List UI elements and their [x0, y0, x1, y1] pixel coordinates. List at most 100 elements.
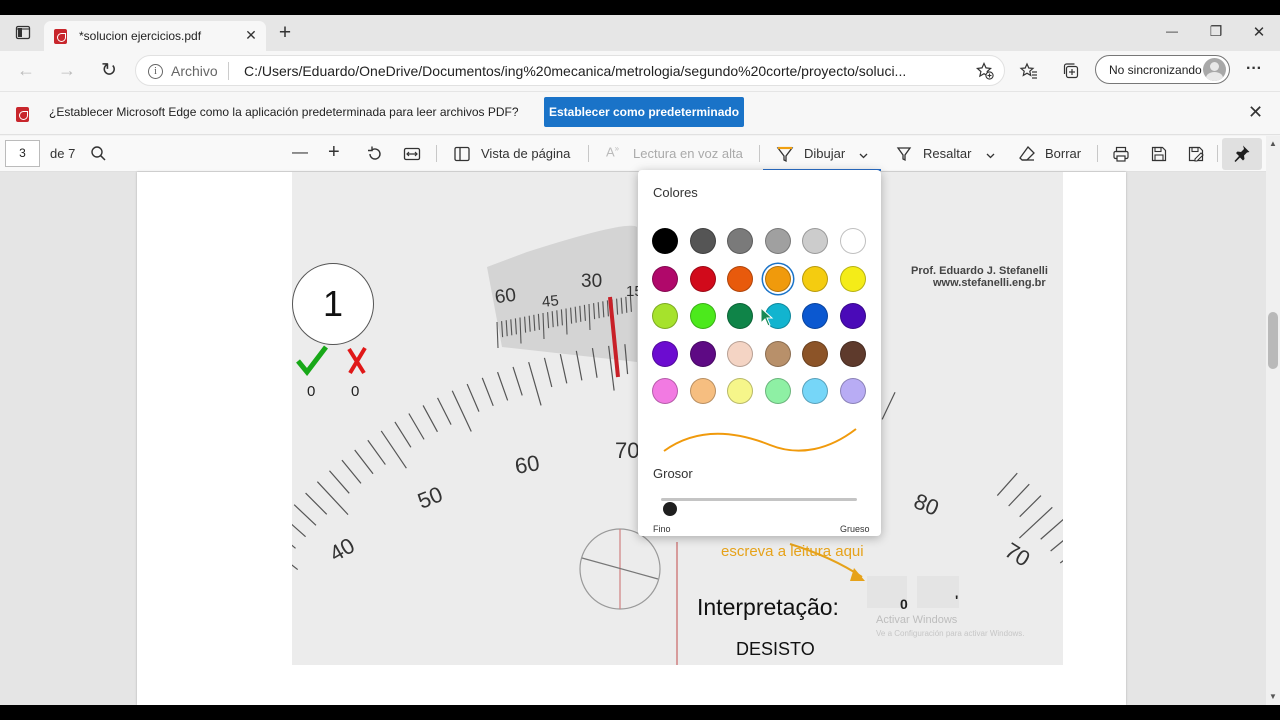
eraser-icon	[1018, 145, 1036, 168]
set-default-button[interactable]: Establecer como predeterminado	[544, 97, 744, 127]
new-tab-button[interactable]: +	[275, 21, 295, 45]
scroll-up-icon[interactable]: ▲	[1269, 139, 1277, 148]
draw-button[interactable]: Dibujar	[804, 146, 845, 161]
thickness-slider-handle[interactable]	[663, 502, 677, 516]
rotate-icon[interactable]	[366, 145, 384, 168]
color-swatch[interactable]	[802, 265, 829, 292]
zoom-in-button[interactable]: +	[328, 141, 340, 164]
highlight-options-chevron-icon[interactable]	[985, 148, 996, 166]
add-favorite-icon[interactable]	[975, 61, 995, 86]
dial-tick	[305, 492, 328, 515]
save-icon[interactable]	[1150, 145, 1168, 168]
profile-button[interactable]: No sincronizando	[1095, 55, 1230, 84]
fit-to-width-icon[interactable]	[403, 145, 421, 168]
color-swatch[interactable]	[727, 265, 754, 292]
toolbar-divider	[588, 145, 589, 162]
pdf-toolbar: 3 de 7 — + Vista de página A» Lectura en…	[0, 136, 1280, 172]
color-swatch[interactable]	[840, 265, 866, 292]
color-swatch[interactable]	[689, 265, 716, 292]
erase-button[interactable]: Borrar	[1045, 146, 1081, 161]
color-swatch[interactable]	[727, 378, 754, 404]
infobar-close-button[interactable]: ✕	[1248, 102, 1263, 123]
color-swatch[interactable]	[764, 378, 791, 404]
read-aloud-button[interactable]: Lectura en voz alta	[633, 146, 743, 161]
vertical-scrollbar[interactable]: ▲ ▼	[1266, 136, 1280, 705]
tab-active[interactable]: *solucion ejercicios.pdf ✕	[44, 21, 266, 51]
color-swatch[interactable]	[689, 340, 716, 367]
author-name: Prof. Eduardo J. Stefanelli	[911, 265, 1048, 277]
color-swatch[interactable]	[652, 265, 678, 292]
dial-tick	[354, 449, 374, 475]
color-swatch[interactable]	[840, 340, 866, 367]
vernier-label: 30	[581, 271, 603, 292]
draw-options-flyout: Colores Grosor Fino Grueso	[638, 170, 881, 536]
scroll-down-icon[interactable]: ▼	[1269, 692, 1277, 701]
url-text[interactable]: C:/Users/Eduardo/OneDrive/Documentos/ing…	[244, 63, 906, 79]
back-button[interactable]: ←	[16, 60, 36, 81]
color-swatch[interactable]	[689, 378, 716, 404]
dial-tick	[437, 397, 452, 425]
sync-status: No sincronizando	[1109, 63, 1202, 77]
scrollbar-thumb[interactable]	[1268, 312, 1278, 369]
stroke-preview	[660, 425, 860, 466]
thick-label: Grueso	[840, 524, 870, 534]
close-window-button[interactable]: ✕	[1247, 23, 1271, 41]
color-swatch[interactable]	[840, 303, 866, 329]
page-total: de 7	[50, 146, 76, 161]
read-aloud-icon: A»	[606, 144, 620, 160]
toolbar-divider	[759, 145, 760, 162]
tab-actions-icon[interactable]	[14, 23, 32, 41]
page-number-input[interactable]: 3	[5, 140, 40, 167]
address-divider	[228, 62, 229, 80]
color-swatch[interactable]	[764, 228, 791, 254]
color-swatch[interactable]	[652, 228, 678, 254]
dial-tick	[1040, 519, 1063, 540]
color-swatch[interactable]	[727, 340, 754, 367]
activation-watermark-title: Activar Windows	[876, 614, 958, 626]
color-swatch[interactable]	[652, 340, 678, 367]
thickness-slider-track[interactable]	[661, 498, 857, 501]
dial-tick	[451, 390, 472, 432]
zoom-out-button[interactable]: —	[292, 144, 308, 162]
question-number: 1	[322, 283, 344, 324]
draw-options-chevron-icon[interactable]	[858, 148, 869, 166]
dial-tick	[466, 383, 480, 412]
dial-tick	[329, 470, 350, 494]
color-swatch[interactable]	[802, 228, 829, 254]
highlight-button[interactable]: Resaltar	[923, 146, 971, 161]
page-view-button[interactable]: Vista de página	[481, 146, 570, 161]
dial-outer-label: 60	[512, 450, 542, 479]
print-icon[interactable]	[1112, 145, 1130, 168]
search-icon[interactable]	[90, 145, 107, 167]
color-swatch[interactable]	[802, 378, 829, 404]
color-swatch[interactable]	[727, 303, 754, 329]
tab-close-button[interactable]: ✕	[242, 27, 260, 44]
restore-button[interactable]: ❐	[1204, 23, 1228, 40]
color-swatch[interactable]	[840, 378, 866, 404]
color-swatch[interactable]	[652, 303, 678, 329]
info-icon[interactable]: i	[148, 64, 163, 79]
question-badge: 1	[292, 263, 374, 345]
color-swatch[interactable]	[802, 340, 829, 367]
color-swatch[interactable]	[652, 378, 678, 404]
refresh-button[interactable]: ↻	[98, 59, 120, 82]
collections-icon[interactable]	[1061, 61, 1081, 86]
favorites-icon[interactable]	[1019, 61, 1039, 86]
color-swatch[interactable]	[764, 265, 791, 292]
default-app-infobar: ¿Establecer Microsoft Edge como la aplic…	[0, 91, 1280, 135]
dial-tick	[408, 413, 425, 440]
dial-tick	[1059, 560, 1063, 564]
color-swatch[interactable]	[727, 228, 754, 254]
settings-menu-button[interactable]: ···	[1243, 60, 1265, 78]
color-swatch[interactable]	[764, 340, 791, 367]
dial-tick	[881, 392, 896, 420]
color-swatch[interactable]	[802, 303, 829, 329]
color-swatch[interactable]	[689, 228, 716, 254]
color-swatch[interactable]	[840, 228, 866, 254]
minimize-button[interactable]: —	[1160, 24, 1184, 38]
address-field[interactable]: i Archivo C:/Users/Eduardo/OneDrive/Docu…	[135, 55, 1005, 86]
forward-button[interactable]: →	[57, 60, 77, 81]
color-swatch[interactable]	[689, 303, 716, 329]
save-as-icon[interactable]	[1187, 145, 1205, 168]
thickness-heading: Grosor	[653, 466, 693, 481]
